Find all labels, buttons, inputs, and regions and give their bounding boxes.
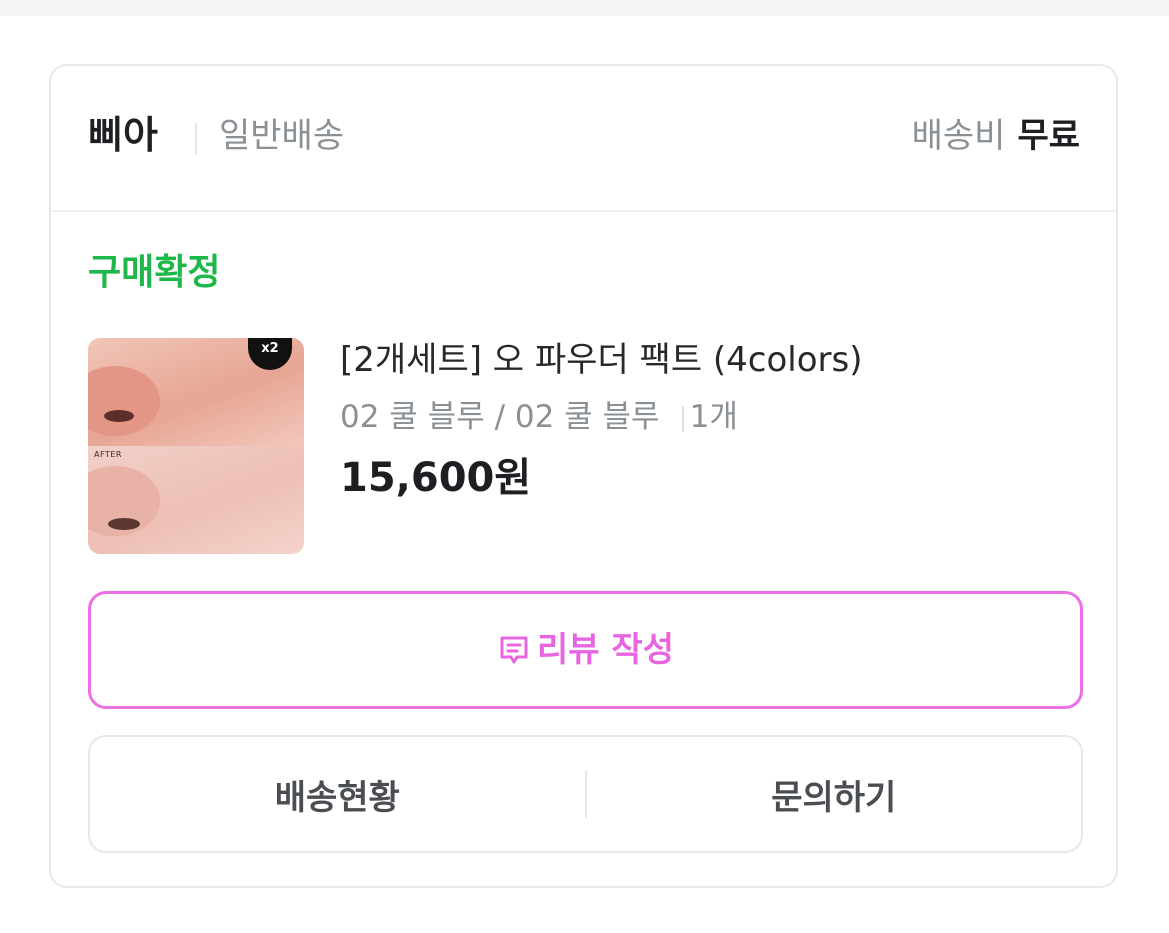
order-card-header: 삐아 일반배송 배송비 무료: [51, 66, 1116, 212]
thumbnail-nostril-after: [108, 518, 140, 530]
delivery-type: 일반배송: [219, 116, 345, 156]
product-option: 02 쿨 블루 / 02 쿨 블루: [340, 399, 660, 435]
shipping-fee-label: 배송비: [911, 116, 1006, 156]
thumbnail-after-half: AFTER: [88, 446, 304, 554]
order-actions: 배송현황 문의하기: [88, 735, 1083, 853]
header-divider: [195, 123, 197, 155]
write-review-label: 리뷰 작성: [537, 630, 674, 670]
product-option-line: 02 쿨 블루 / 02 쿨 블루 1개: [340, 396, 738, 438]
review-speech-bubble-icon: [497, 633, 531, 667]
order-card: 삐아 일반배송 배송비 무료 구매확정 AFTER x2 [2개세트] 오 파우더…: [49, 64, 1118, 888]
delivery-status-button[interactable]: 배송현황: [90, 737, 585, 851]
top-background-strip: [0, 0, 1169, 16]
seller-name[interactable]: 삐아: [88, 112, 158, 158]
shipping-fee: 배송비 무료: [912, 114, 1080, 158]
product-quantity: 1개: [689, 399, 738, 435]
product-price: 15,600원: [340, 455, 532, 501]
thumbnail-after-label: AFTER: [94, 450, 122, 459]
order-status: 구매확정: [88, 252, 221, 293]
product-title[interactable]: [2개세트] 오 파우더 팩트 (4colors): [340, 338, 863, 382]
write-review-button[interactable]: 리뷰 작성: [88, 591, 1083, 709]
inquiry-button[interactable]: 문의하기: [587, 737, 1082, 851]
product-thumbnail[interactable]: AFTER x2: [88, 338, 304, 554]
thumbnail-nostril-before: [104, 410, 134, 422]
thumbnail-nose-before: [88, 366, 160, 436]
shipping-fee-value: 무료: [1017, 116, 1080, 156]
option-divider: [681, 405, 684, 432]
